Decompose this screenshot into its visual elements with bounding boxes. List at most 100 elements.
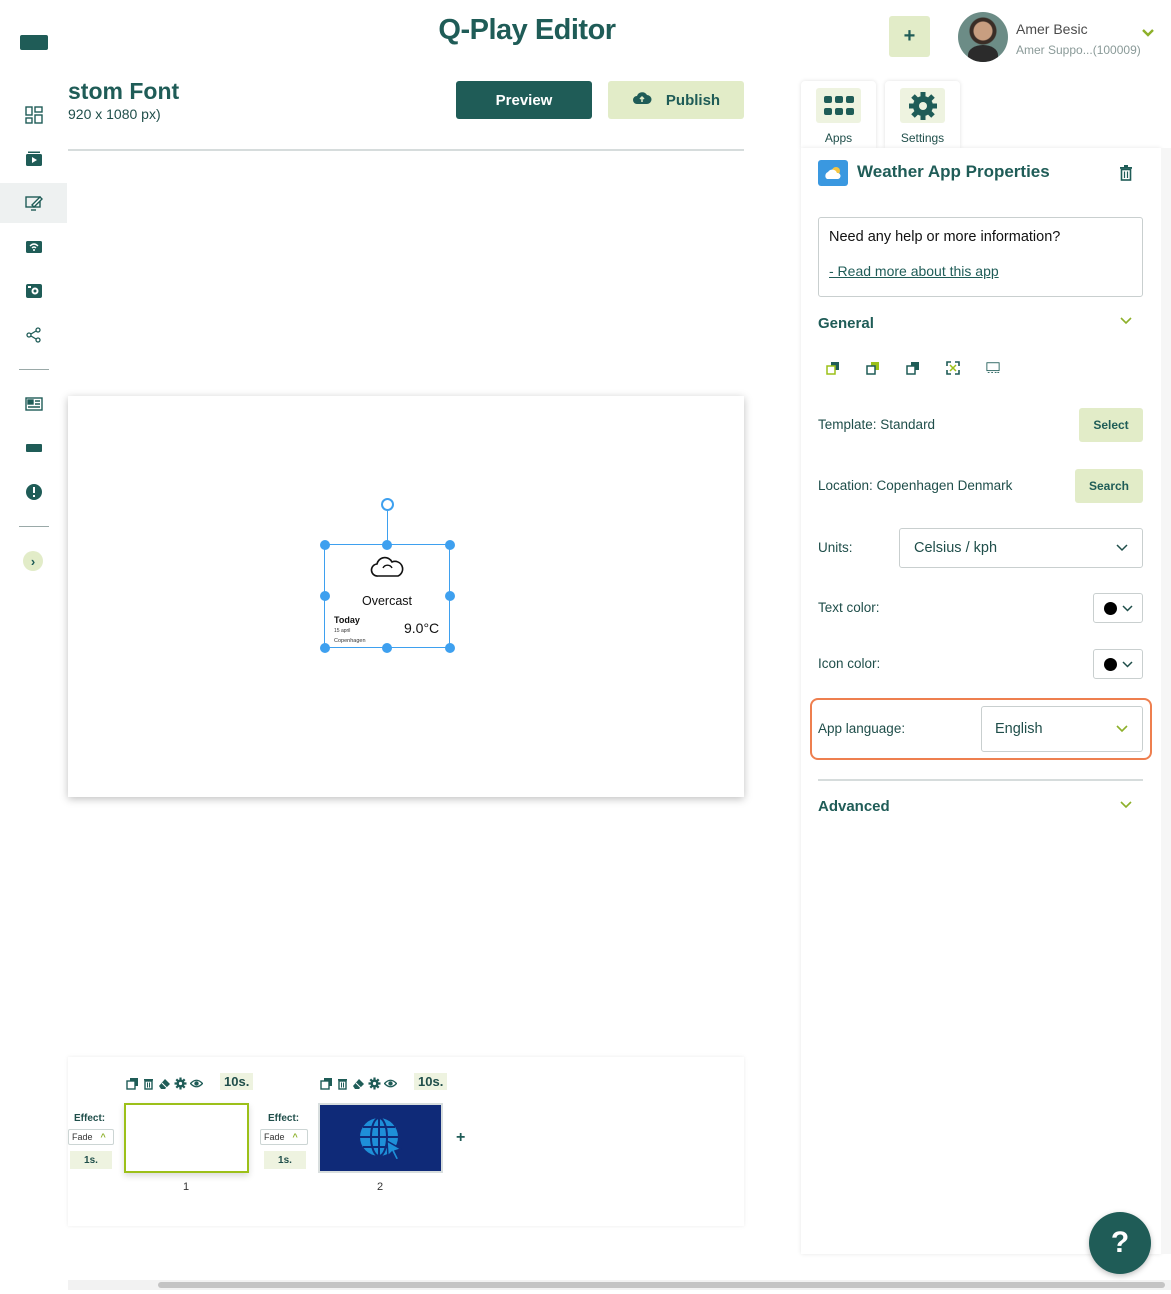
trash-icon[interactable] xyxy=(142,1077,155,1090)
tab-apps[interactable]: Apps xyxy=(801,81,876,148)
slide-2-effect-select[interactable]: Fade ^ xyxy=(260,1129,308,1145)
template-label: Template: Standard xyxy=(818,417,936,432)
preview-label: Preview xyxy=(495,91,553,109)
select-template-button[interactable]: Select xyxy=(1079,408,1143,442)
app-language-select[interactable]: English xyxy=(981,706,1143,752)
units-label: Units: xyxy=(818,540,853,555)
app-language-value: English xyxy=(995,721,1043,737)
toolbar-divider xyxy=(68,149,744,151)
slide-2-tools xyxy=(320,1077,397,1090)
publish-button[interactable]: Publish xyxy=(608,81,744,119)
chevron-down-icon[interactable] xyxy=(1120,313,1132,328)
search-location-button[interactable]: Search xyxy=(1075,469,1143,503)
eraser-icon[interactable] xyxy=(352,1077,365,1090)
wifi-display-icon[interactable] xyxy=(0,227,67,267)
location-label: Location: Copenhagen Denmark xyxy=(818,478,1013,493)
text-color-label: Text color: xyxy=(818,600,880,615)
trash-icon[interactable] xyxy=(336,1077,349,1090)
slide-1-duration[interactable]: 10s. xyxy=(220,1073,254,1090)
add-slide-button[interactable]: + xyxy=(456,1129,465,1147)
slide-2-effect-duration[interactable]: 1s. xyxy=(264,1151,306,1169)
rotate-handle[interactable] xyxy=(381,498,394,511)
resize-handle-bottom[interactable] xyxy=(382,643,392,653)
resize-handle-top[interactable] xyxy=(382,540,392,550)
project-size: 920 x 1080 px) xyxy=(68,106,161,122)
tab-settings[interactable]: Settings xyxy=(885,81,960,148)
project-title: stom Font xyxy=(68,78,180,104)
app-language-label: App language: xyxy=(818,721,906,736)
chevron-down-icon xyxy=(1116,544,1128,552)
player-icon[interactable] xyxy=(0,271,67,311)
slide-1-effect-duration[interactable]: 1s. xyxy=(70,1151,112,1169)
chevron-down-icon[interactable] xyxy=(1120,797,1132,812)
advanced-section-title[interactable]: Advanced xyxy=(818,798,890,815)
user-menu-chevron-icon[interactable] xyxy=(1141,27,1155,41)
panel-scrollbar[interactable] xyxy=(1161,148,1171,1254)
screen-icon[interactable] xyxy=(0,428,67,468)
add-button[interactable]: + xyxy=(889,16,930,57)
bring-to-front-icon[interactable] xyxy=(826,361,840,380)
app-title: Q-Play Editor xyxy=(438,14,616,46)
resize-handle-left[interactable] xyxy=(320,591,330,601)
resize-handle-top-left[interactable] xyxy=(320,540,330,550)
bring-forward-icon[interactable] xyxy=(866,361,880,380)
preview-button[interactable]: Preview xyxy=(456,81,592,119)
resize-handle-bottom-left[interactable] xyxy=(320,643,330,653)
slide-2-duration[interactable]: 10s. xyxy=(414,1073,448,1090)
globe-cursor-icon xyxy=(359,1117,403,1161)
chevron-up-icon: ^ xyxy=(292,1132,298,1142)
resize-handle-right[interactable] xyxy=(445,591,455,601)
cloud-icon xyxy=(370,556,404,585)
publish-label: Publish xyxy=(665,91,721,109)
slide-2-thumbnail[interactable] xyxy=(318,1103,443,1173)
help-fab-button[interactable]: ? xyxy=(1089,1212,1151,1274)
media-icon[interactable] xyxy=(0,139,67,179)
icon-color-label: Icon color: xyxy=(818,656,881,671)
weather-condition: Overcast xyxy=(361,594,412,608)
help-text: Need any help or more information? xyxy=(829,229,1061,245)
slide-1-thumbnail[interactable] xyxy=(124,1103,249,1173)
tab-settings-label: Settings xyxy=(900,131,945,145)
expand-sidebar-button[interactable]: › xyxy=(23,551,43,571)
news-icon[interactable] xyxy=(0,384,67,424)
weather-today-label: Today xyxy=(334,615,360,625)
slide-2-effect-value: Fade xyxy=(264,1132,285,1142)
weather-temperature: 9.0°C xyxy=(404,620,440,636)
gear-icon[interactable] xyxy=(174,1077,187,1090)
general-section-title[interactable]: General xyxy=(818,315,874,332)
dock-bottom-icon[interactable] xyxy=(986,361,1000,380)
resize-handle-bottom-right[interactable] xyxy=(445,643,455,653)
duplicate-icon[interactable] xyxy=(320,1077,333,1090)
eye-icon[interactable] xyxy=(190,1077,203,1090)
slide-1-effect-select[interactable]: Fade ^ xyxy=(68,1129,114,1145)
cloud-upload-icon xyxy=(632,90,652,110)
icon-color-picker[interactable] xyxy=(1093,649,1143,679)
slide-1-effect-label: Effect: xyxy=(74,1113,106,1124)
eraser-icon[interactable] xyxy=(158,1077,171,1090)
text-color-picker[interactable] xyxy=(1093,593,1143,623)
alert-icon[interactable] xyxy=(0,472,67,512)
eye-icon[interactable] xyxy=(384,1077,397,1090)
dashboard-icon[interactable] xyxy=(0,95,67,135)
icon-color-swatch xyxy=(1103,657,1117,671)
chevron-up-icon: ^ xyxy=(100,1132,106,1142)
editor-icon[interactable] xyxy=(0,183,67,223)
fullscreen-icon[interactable] xyxy=(946,361,960,380)
units-select[interactable]: Celsius / kph xyxy=(899,528,1143,568)
logo-icon[interactable] xyxy=(20,35,48,50)
resize-handle-top-right[interactable] xyxy=(445,540,455,550)
share-icon[interactable] xyxy=(0,315,67,355)
slide-1-tools xyxy=(126,1077,203,1090)
horizontal-scroll-thumb[interactable] xyxy=(158,1282,1165,1288)
slide-2-number: 2 xyxy=(377,1181,384,1193)
text-color-swatch xyxy=(1103,601,1117,615)
trash-icon[interactable] xyxy=(1119,165,1133,186)
apps-grid-icon xyxy=(816,88,861,123)
avatar[interactable] xyxy=(958,12,1008,62)
gear-icon[interactable] xyxy=(368,1077,381,1090)
read-more-link[interactable]: - Read more about this app xyxy=(829,263,999,279)
send-backward-icon[interactable] xyxy=(906,361,920,380)
chevron-down-icon xyxy=(1116,725,1128,733)
duplicate-icon[interactable] xyxy=(126,1077,139,1090)
weather-date: 15 april xyxy=(334,628,351,634)
